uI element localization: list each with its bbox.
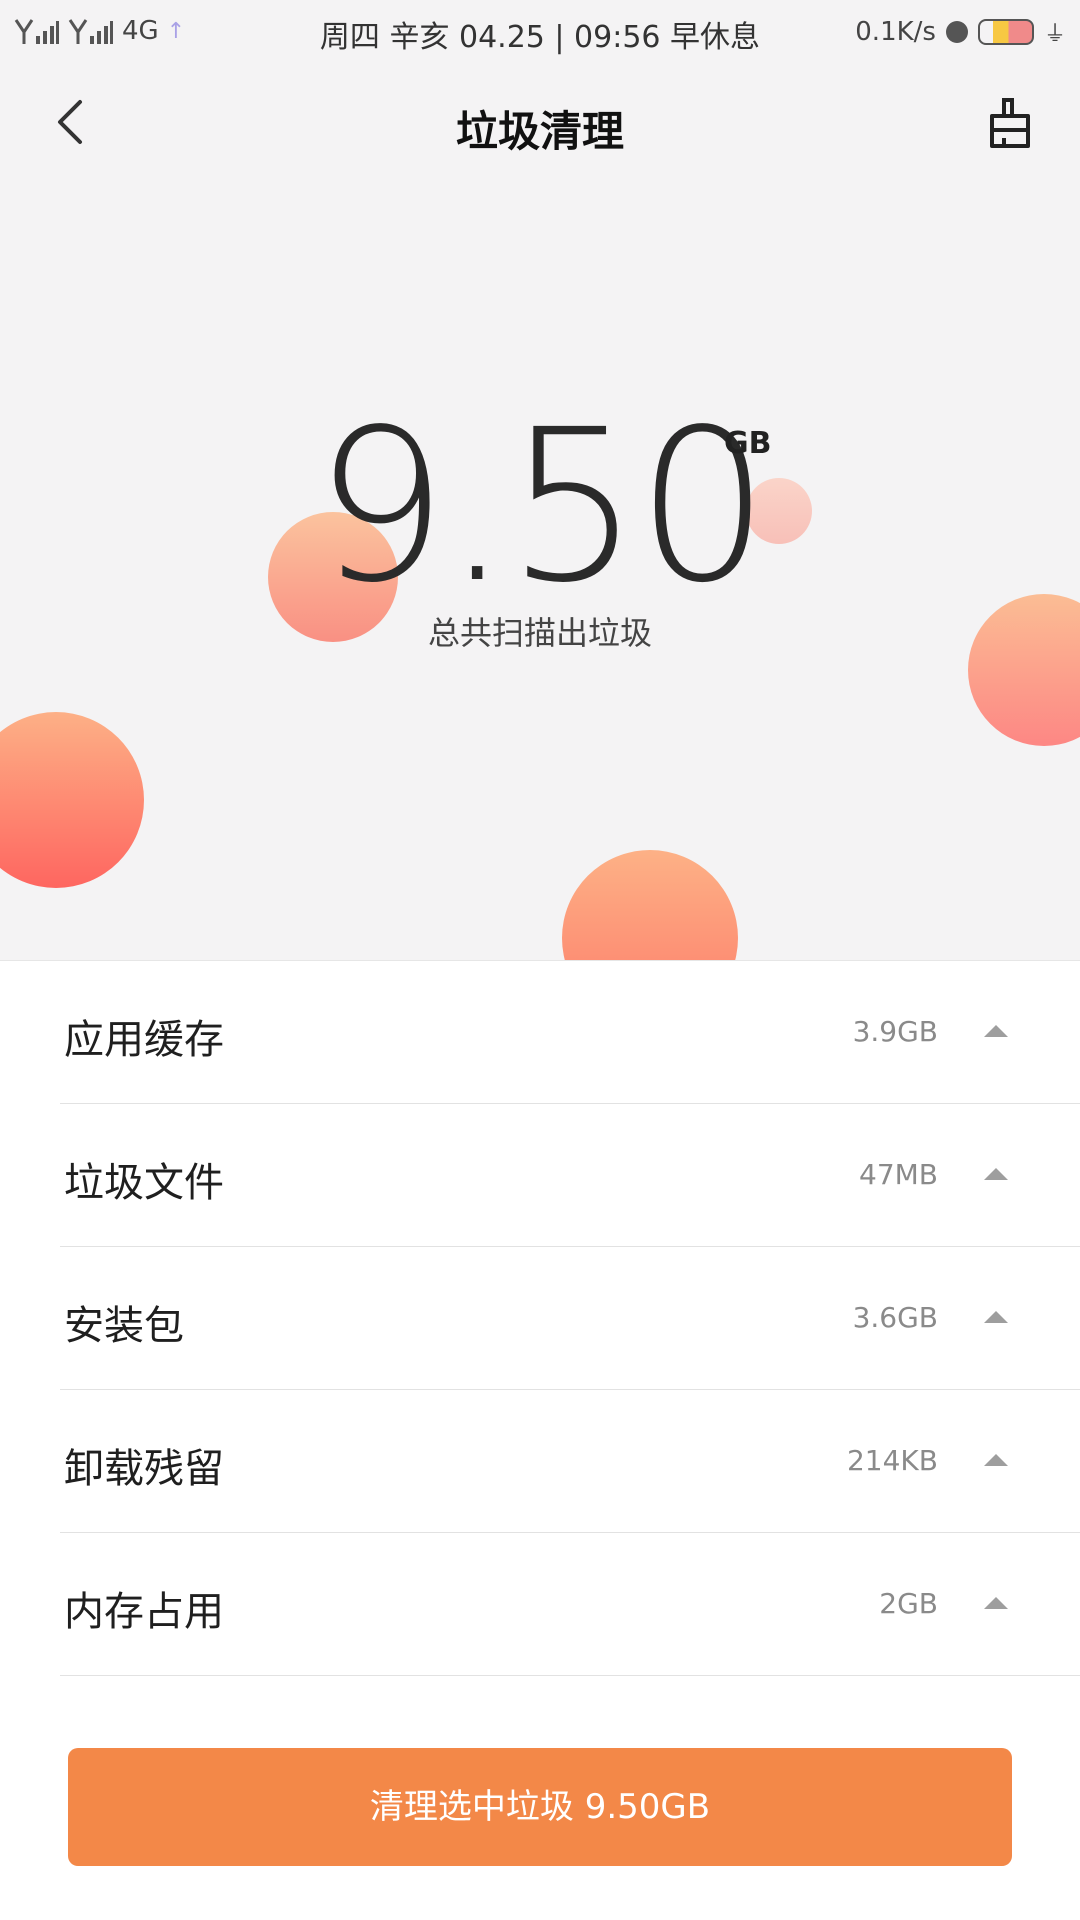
category-label: 应用缓存 — [64, 1017, 224, 1063]
category-label: 垃圾文件 — [64, 1160, 224, 1206]
category-row-memory-usage[interactable]: 内存占用 2GB — [60, 1533, 1080, 1676]
status-right: 0.1K/s ⏚ — [855, 16, 1066, 48]
decorative-bubble — [0, 712, 144, 888]
category-size: 3.9GB — [852, 1015, 938, 1048]
category-size: 2GB — [879, 1587, 938, 1620]
collapse-arrow-icon[interactable] — [984, 1168, 1008, 1180]
category-row-junk-files[interactable]: 垃圾文件 47MB — [60, 1104, 1080, 1247]
charging-icon: ⏚ — [1043, 22, 1066, 47]
total-junk-value: 9.50 — [314, 384, 770, 629]
hero-section: 9.50 GB 总共扫描出垃圾 — [0, 192, 1080, 960]
collapse-arrow-icon[interactable] — [984, 1311, 1008, 1323]
alarm-icon — [945, 21, 968, 43]
category-row-install-packages[interactable]: 安装包 3.6GB — [60, 1247, 1080, 1390]
page-title: 垃圾清理 — [455, 107, 624, 156]
category-label: 内存占用 — [64, 1589, 224, 1635]
collapse-arrow-icon[interactable] — [984, 1025, 1008, 1037]
category-row-app-cache[interactable]: 应用缓存 3.9GB — [60, 961, 1080, 1104]
clean-selected-button[interactable]: 清理选中垃圾 9.50GB — [68, 1748, 1012, 1866]
decorative-bubble — [562, 850, 738, 960]
category-row-uninstall-residue[interactable]: 卸载残留 214KB — [60, 1390, 1080, 1533]
category-size: 47MB — [859, 1158, 938, 1191]
brush-icon[interactable] — [980, 94, 1040, 154]
junk-category-list: 应用缓存 3.9GB 垃圾文件 47MB 安装包 3.6GB 卸载残留 214K… — [0, 960, 1080, 1676]
battery-icon — [977, 19, 1034, 45]
category-size: 3.6GB — [852, 1301, 938, 1334]
total-junk-unit: GB — [724, 426, 772, 461]
category-size: 214KB — [846, 1444, 938, 1477]
status-bar: 4G ↑ 周四 辛亥 04.25 | 09:56 早休息 0.1K/s ⏚ — [0, 0, 1080, 62]
collapse-arrow-icon[interactable] — [984, 1597, 1008, 1609]
network-speed: 0.1K/s — [855, 17, 936, 47]
category-label: 安装包 — [64, 1303, 184, 1349]
header: 垃圾清理 — [0, 62, 1080, 192]
collapse-arrow-icon[interactable] — [984, 1454, 1008, 1466]
category-label: 卸载残留 — [64, 1446, 224, 1492]
total-junk-subtitle: 总共扫描出垃圾 — [427, 614, 652, 652]
app: 4G ↑ 周四 辛亥 04.25 | 09:56 早休息 0.1K/s ⏚ 垃圾… — [0, 0, 1080, 1920]
